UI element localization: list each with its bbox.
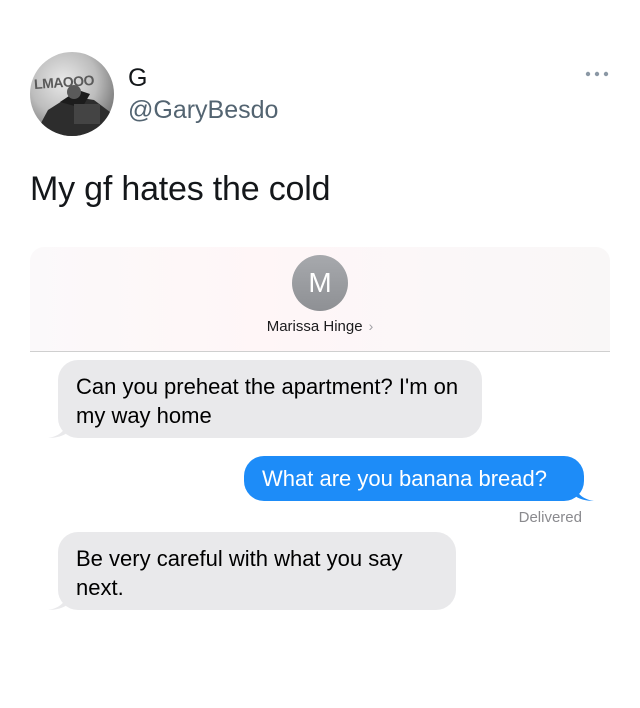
avatar[interactable]: LMAOOO	[30, 52, 114, 136]
contact-name-link[interactable]: Marissa Hinge ›	[30, 318, 610, 335]
delivery-status: Delivered	[518, 509, 582, 526]
profile-photo	[34, 85, 110, 136]
received-message[interactable]: Can you preheat the apartment? I'm on my…	[58, 360, 482, 438]
display-name[interactable]: G	[128, 64, 147, 93]
conversation-header: M Marissa Hinge ›	[30, 247, 610, 352]
more-horizontal-icon[interactable]	[582, 64, 612, 84]
sent-message[interactable]: What are you banana bread?	[244, 456, 584, 501]
chevron-right-icon: ›	[368, 318, 374, 334]
user-handle[interactable]: @GaryBesdo	[128, 96, 278, 125]
contact-avatar[interactable]: M	[292, 255, 348, 311]
received-message[interactable]: Be very careful with what you say next.	[58, 532, 456, 610]
contact-name: Marissa Hinge	[266, 318, 363, 335]
tweet-text: My gf hates the cold	[30, 170, 331, 208]
